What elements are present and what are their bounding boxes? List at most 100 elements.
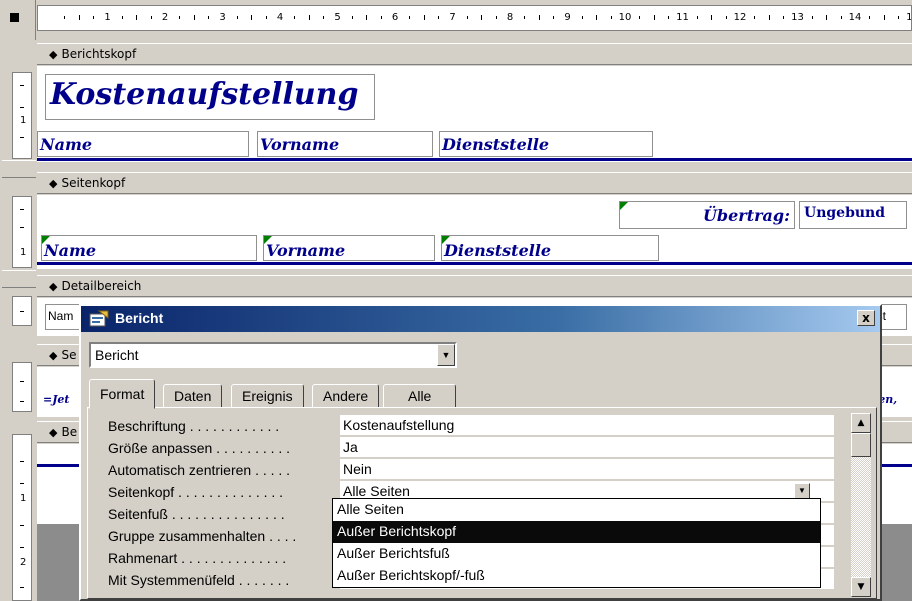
object-selector-combobox[interactable]: Bericht ▼ [89, 342, 457, 368]
error-indicator-icon [620, 202, 628, 210]
ruler-tick [668, 16, 670, 19]
ruler-tick [524, 16, 526, 19]
ruler-number: 7 [449, 12, 456, 23]
section-bar-report-header[interactable]: ◆ Berichtskopf [37, 43, 912, 65]
page-header-label-vorname[interactable]: Vorname [263, 235, 435, 261]
page-header-label-dienststelle[interactable]: Dienststelle [441, 235, 659, 261]
vruler-number: 2 [20, 557, 27, 568]
ruler-number: 9 [564, 12, 571, 23]
property-value-input[interactable]: Ja [340, 437, 834, 458]
ruler-tick [323, 16, 325, 19]
property-value-input[interactable]: Kostenaufstellung [340, 415, 834, 436]
ruler-tick [308, 15, 310, 20]
ruler-tick [121, 16, 123, 19]
ruler-tick [351, 16, 353, 19]
vruler-separator [2, 160, 36, 178]
ruler-tick [423, 15, 425, 20]
select-report-box[interactable] [10, 13, 19, 22]
property-label: Automatisch zentrieren . . . . . [108, 462, 291, 478]
vruler-page-header: 1 [12, 196, 32, 268]
header-label-vorname[interactable]: Vorname [257, 131, 433, 157]
vruler-report-header: 1 [12, 72, 32, 159]
ruler-number: 2 [161, 12, 169, 23]
scrollbar-thumb[interactable] [851, 433, 871, 457]
property-value-input[interactable]: Nein [340, 459, 834, 480]
ruler-tick [811, 16, 813, 19]
property-label: Gruppe zusammenhalten . . . . [108, 528, 297, 544]
page-header-band[interactable]: Übertrag: Ungebund Name Vorname Dienstst… [37, 195, 912, 269]
dropdown-option-ausser-berichtskopf[interactable]: Außer Berichtskopf [333, 521, 820, 543]
vruler-number: 1 [20, 247, 27, 258]
ruler-number: 11 [676, 12, 689, 23]
chevron-down-icon[interactable]: ▼ [794, 483, 810, 499]
property-label: Rahmenart . . . . . . . . . . . . . . [108, 550, 287, 566]
section-bar-detail[interactable]: ◆ Detailbereich [37, 275, 912, 297]
property-list-scrollbar[interactable]: ▲ ▼ [851, 413, 871, 597]
tab-format[interactable]: Format [89, 379, 156, 409]
ruler-tick [754, 16, 756, 19]
ruler-tick [409, 16, 411, 19]
ruler-tick [294, 16, 296, 19]
property-sheet-dialog[interactable]: Bericht x Bericht ▼ Format Daten Ereigni… [79, 304, 882, 601]
ruler-number: 8 [506, 12, 514, 23]
dropdown-option-ausser-berichtskopf-fuss[interactable]: Außer Berichtskopf/-fuß [333, 565, 820, 587]
dialog-close-button[interactable]: x [857, 310, 875, 326]
header-divider-line[interactable] [37, 158, 912, 161]
uebertrag-textbox[interactable]: Ungebund [799, 201, 907, 229]
uebertrag-label[interactable]: Übertrag: [619, 201, 795, 229]
ruler-tick [193, 15, 195, 20]
ruler-number: 14 [848, 12, 862, 23]
ruler-number: 15 [906, 12, 912, 23]
section-bar-page-header[interactable]: ◆ Seitenkopf [37, 172, 912, 194]
header-label-name[interactable]: Name [37, 131, 249, 157]
section-label: Se [61, 348, 77, 362]
error-indicator-icon [42, 236, 50, 244]
ruler-tick [553, 16, 555, 19]
ruler-tick [78, 15, 80, 20]
tab-daten[interactable]: Daten [163, 384, 223, 408]
tab-alle[interactable]: Alle [383, 384, 457, 408]
seitenkopf-value: Alle Seiten [343, 483, 410, 499]
section-label: Seitenkopf [61, 176, 126, 190]
ruler-tick [93, 16, 95, 19]
property-row-automatisch-zentrieren[interactable]: Automatisch zentrieren . . . . . Nein [96, 459, 838, 481]
error-indicator-icon [442, 236, 450, 244]
dialog-titlebar[interactable]: Bericht x [81, 306, 880, 332]
ruler-tick [639, 16, 641, 19]
ruler-number: 1 [104, 12, 111, 23]
seitenkopf-dropdown-list[interactable]: Alle Seiten Außer Berichtskopf Außer Ber… [332, 498, 821, 588]
report-title-label[interactable]: Kostenaufstellung [45, 74, 375, 120]
vruler-detail [12, 296, 32, 326]
page-header-divider-line[interactable] [37, 262, 912, 265]
chevron-down-icon[interactable]: ▼ [437, 344, 455, 366]
ruler-tick [610, 16, 612, 19]
header-label-dienststelle[interactable]: Dienststelle [439, 131, 653, 157]
property-label: Mit Systemmenüfeld . . . . . . . [108, 572, 290, 588]
ruler-tick [869, 16, 871, 19]
ruler-corner-select[interactable] [0, 0, 36, 40]
vertical-ruler[interactable]: 1 1 1 2 [2, 42, 36, 601]
property-label: Größe anpassen . . . . . . . . . . [108, 440, 291, 456]
object-selector-value: Bericht [95, 347, 139, 363]
ruler-tick [783, 16, 785, 19]
tab-andere[interactable]: Andere [312, 384, 380, 408]
ruler-tick [481, 15, 483, 20]
ruler-tick [380, 16, 382, 19]
vruler-page-footer-top [12, 362, 32, 412]
page-header-label-name[interactable]: Name [41, 235, 257, 261]
report-header-band[interactable]: Kostenaufstellung Name Vorname Dienstste… [37, 66, 912, 162]
scroll-down-icon[interactable]: ▼ [851, 577, 871, 597]
ruler-tick [883, 15, 885, 20]
dropdown-option-ausser-berichtsfuss[interactable]: Außer Berichtsfuß [333, 543, 820, 565]
property-row-beschriftung[interactable]: Beschriftung . . . . . . . . . . . . Kos… [96, 415, 838, 437]
ruler-tick [711, 15, 713, 20]
ruler-tick [696, 16, 698, 19]
scroll-up-icon[interactable]: ▲ [851, 413, 871, 433]
property-row-groesse-anpassen[interactable]: Größe anpassen . . . . . . . . . . Ja [96, 437, 838, 459]
property-label: Seitenfuß . . . . . . . . . . . . . . . [108, 506, 285, 522]
tab-ereignis[interactable]: Ereignis [231, 384, 304, 408]
error-indicator-icon [264, 236, 272, 244]
ruler-number: 6 [391, 12, 399, 23]
dropdown-option-alle-seiten[interactable]: Alle Seiten [333, 499, 820, 521]
horizontal-ruler[interactable]: 123456789101112131415 [37, 5, 912, 31]
